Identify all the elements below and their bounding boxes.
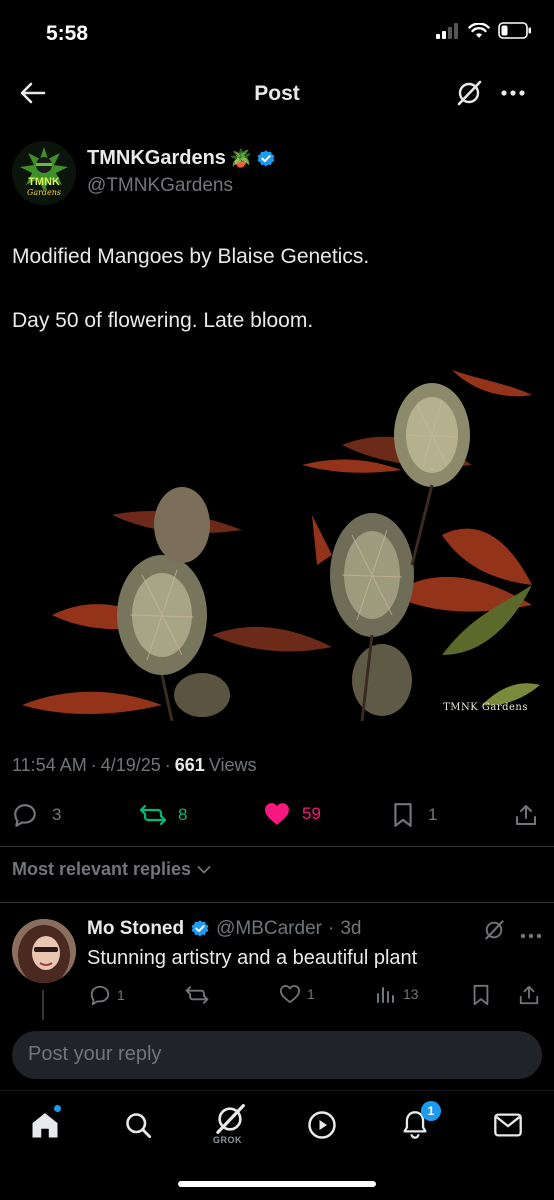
grok-icon	[457, 80, 482, 106]
grok-button[interactable]	[454, 78, 484, 108]
bookmark-button[interactable]: 1	[392, 802, 437, 828]
tab-grok-label: GROK	[213, 1135, 242, 1145]
status-time: 5:58	[46, 22, 89, 45]
post-text: Modified Mangoes by Blaise Genetics. Day…	[12, 245, 370, 332]
bookmark-count: 1	[428, 805, 438, 824]
heart-filled-icon	[265, 803, 289, 825]
svg-text:Gardens: Gardens	[27, 188, 61, 197]
post-actions: 3 8 59 1	[0, 798, 554, 832]
cellular-signal-icon	[436, 22, 458, 39]
post-date: 4/19/25	[100, 755, 161, 775]
reply-reply-count: 1	[117, 987, 125, 1003]
bookmark-icon	[473, 984, 489, 1006]
svg-text:TMNK: TMNK	[28, 176, 60, 188]
post-header: Post	[0, 60, 554, 124]
views-chart-icon	[377, 987, 394, 1003]
mail-icon	[494, 1113, 522, 1137]
reply-grok-button[interactable]	[482, 918, 506, 947]
reply-actions: 1 1 13	[0, 984, 554, 1008]
home-indicator	[178, 1181, 376, 1187]
reply-count: 3	[52, 805, 62, 824]
share-icon	[519, 985, 539, 1005]
reply-repost-button[interactable]	[184, 984, 216, 1006]
play-circle-icon	[308, 1111, 336, 1139]
reply-author-name[interactable]: Mo Stoned	[87, 918, 184, 940]
tab-video[interactable]	[302, 1105, 342, 1145]
like-button[interactable]: 59	[264, 802, 321, 826]
more-options-button[interactable]	[498, 78, 528, 108]
divider	[0, 846, 554, 847]
notification-badge: 1	[421, 1101, 441, 1121]
reply-icon	[90, 985, 110, 1006]
verified-badge-icon	[257, 149, 275, 166]
replies-sort-dropdown[interactable]: Most relevant replies	[12, 859, 211, 880]
grok-icon	[485, 920, 504, 940]
image-watermark: TMNK Gardens	[443, 702, 528, 713]
repost-count: 8	[178, 805, 188, 824]
reply-composer-input[interactable]: Post your reply	[12, 1031, 542, 1079]
views-count: 661	[174, 755, 205, 775]
status-icons	[436, 22, 532, 39]
post-meta: 11:54 AM · 4/19/25 · 661 Views	[12, 755, 257, 775]
reply-views-button[interactable]: 13	[375, 984, 419, 1004]
reply-bookmark-button[interactable]	[471, 984, 491, 1006]
reply-text: Stunning artistry and a beautiful plant	[87, 947, 418, 969]
views-label: Views	[208, 755, 257, 775]
more-dots-icon	[520, 933, 542, 939]
repost-button[interactable]: 8	[138, 802, 187, 828]
bookmark-icon	[394, 803, 412, 827]
tab-search[interactable]	[118, 1105, 158, 1145]
repost-icon	[185, 986, 209, 1004]
home-unread-dot	[54, 1105, 61, 1112]
reply-header: Mo Stoned @MBCarder · 3d	[87, 918, 362, 940]
share-button[interactable]	[514, 802, 538, 828]
grok-icon	[216, 1104, 245, 1134]
post-time: 11:54 AM	[12, 755, 87, 775]
tmnk-logo-icon: TMNK Gardens	[12, 141, 76, 205]
reply-button[interactable]: 3	[12, 802, 61, 828]
author-avatar[interactable]: TMNK Gardens	[12, 141, 76, 205]
heart-outline-icon	[279, 985, 300, 1004]
wifi-icon	[468, 22, 490, 38]
post-image[interactable]: TMNK Gardens	[12, 365, 542, 721]
battery-icon	[498, 22, 531, 39]
cannabis-plant-image	[12, 365, 542, 721]
verified-badge-icon	[191, 920, 209, 937]
reply-share-button[interactable]	[518, 984, 540, 1006]
chevron-down-icon	[197, 865, 211, 873]
tab-grok[interactable]	[210, 1099, 250, 1139]
reply-views-count: 13	[403, 986, 419, 1002]
more-dots-icon	[501, 90, 525, 96]
like-count: 59	[302, 804, 321, 823]
search-icon	[126, 1113, 152, 1139]
reply-like-count: 1	[307, 986, 315, 1002]
divider	[0, 902, 554, 903]
reply-like-button[interactable]: 1	[279, 984, 315, 1004]
share-icon	[516, 805, 536, 825]
home-icon	[32, 1113, 58, 1138]
reply-author-handle[interactable]: @MBCarder	[216, 918, 322, 940]
reply-more-button[interactable]	[520, 926, 542, 944]
author-name[interactable]: TMNKGardens 🪴	[87, 147, 276, 170]
reply-avatar[interactable]	[12, 919, 76, 983]
reply-age: 3d	[340, 918, 362, 939]
tab-messages[interactable]	[488, 1105, 528, 1145]
potted-plant-emoji: 🪴	[229, 148, 253, 168]
repost-icon	[139, 804, 167, 826]
reply-reply-button[interactable]: 1	[89, 984, 125, 1006]
author-handle[interactable]: @TMNKGardens	[87, 175, 233, 197]
reply-icon	[14, 804, 36, 827]
